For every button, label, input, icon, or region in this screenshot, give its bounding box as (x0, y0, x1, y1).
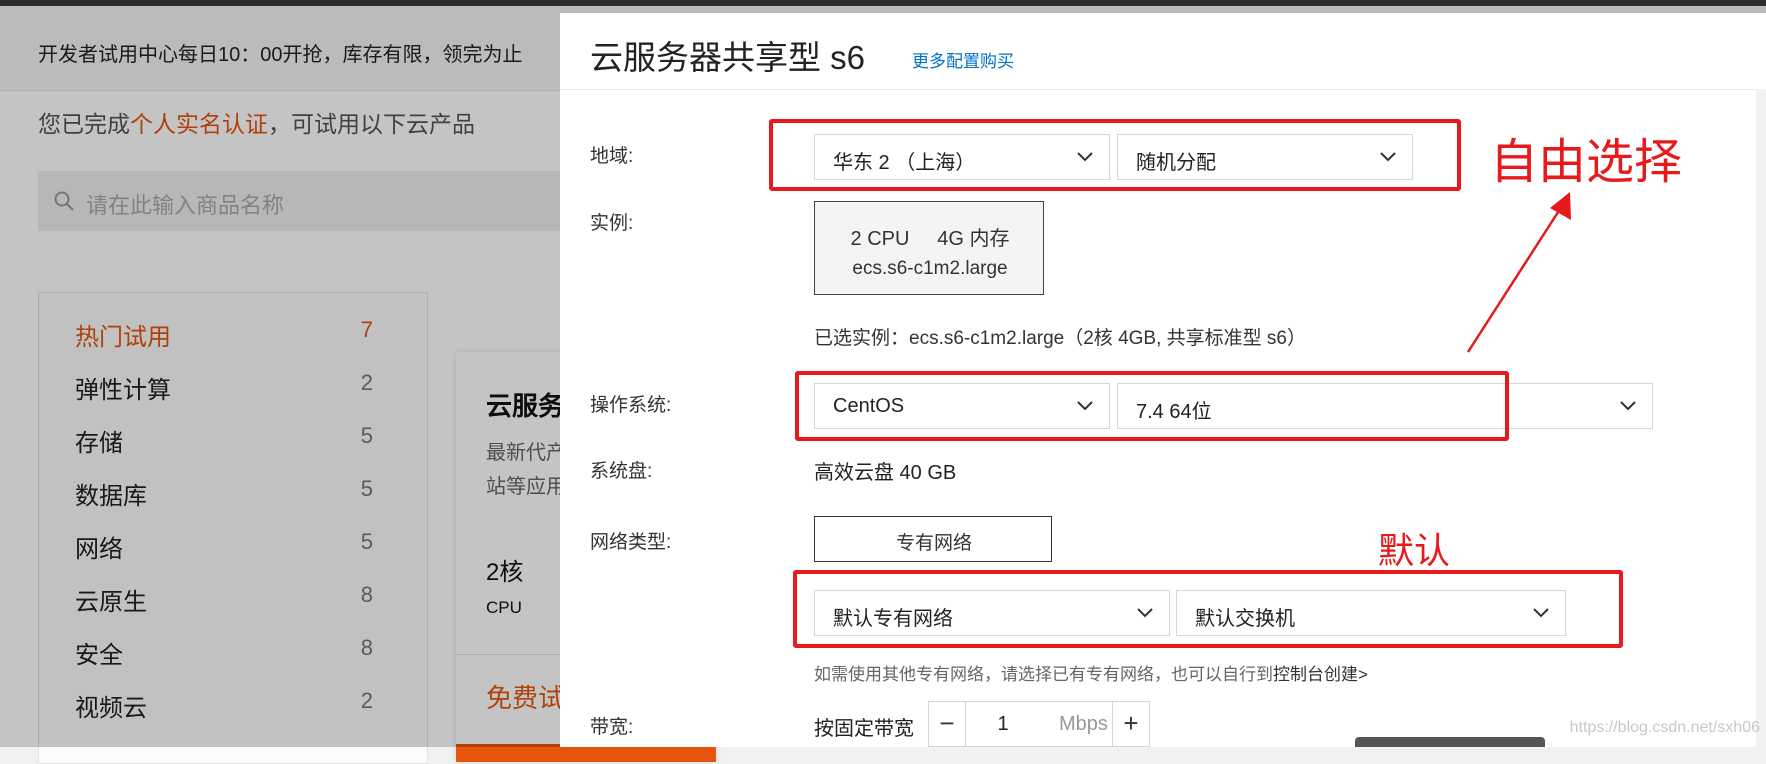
decrement-button[interactable]: − (929, 702, 966, 746)
disk-label: 系统盘: (590, 461, 653, 482)
selected-instance-text: 已选实例：ecs.s6-c1m2.large（2核 4GB, 共享标准型 s6） (814, 328, 1306, 349)
disk-value: 高效云盘 40 GB (814, 462, 957, 484)
bottom-panel-handle[interactable] (1355, 737, 1545, 747)
increment-button[interactable]: + (1112, 702, 1149, 746)
more-config-link[interactable]: 更多配置购买 (912, 47, 1014, 72)
vpc-network-button-label: 专有网络 (895, 533, 972, 554)
vpc-network-button[interactable]: 专有网络 (814, 516, 1052, 562)
bandwidth-label: 带宽: (590, 717, 634, 738)
network-type-label: 网络类型: (590, 532, 672, 553)
annotation-box-network (793, 570, 1623, 648)
instance-option[interactable]: 2 CPU 4G 内存 ecs.s6-c1m2.large (814, 201, 1044, 295)
instance-type-name: ecs.s6-c1m2.large (852, 258, 1008, 279)
drawer-title: 云服务器共享型 s6 (590, 39, 866, 76)
chevron-down-icon (1620, 401, 1636, 411)
instance-label: 实例: (590, 213, 634, 234)
network-hint: 如需使用其他专有网络，请选择已有专有网络，也可以自行到控制台创建> (814, 660, 1368, 685)
watermark: https://blog.csdn.net/sxh06 (1569, 719, 1760, 736)
annotation-box-os (795, 371, 1509, 441)
console-create-link[interactable]: 控制台创建> (1273, 665, 1368, 684)
bandwidth-value[interactable]: 1 (973, 713, 1033, 736)
bandwidth-unit: Mbps (1059, 713, 1108, 735)
annotation-default: 默认 (1378, 530, 1451, 571)
bandwidth-mode: 按固定带宽 (814, 718, 914, 740)
bandwidth-stepper[interactable]: − 1 Mbps + (928, 701, 1150, 747)
instance-spec: 2 CPU 4G 内存 (850, 228, 1010, 250)
os-label: 操作系统: (590, 395, 672, 416)
drawer-header: 云服务器共享型 s6 更多配置购买 (560, 13, 1766, 90)
annotation-arrow-icon (1466, 192, 1571, 353)
region-label: 地域: (590, 146, 634, 167)
scrollbar[interactable] (1756, 89, 1766, 747)
annotation-box-region (769, 119, 1461, 191)
network-hint-text: 如需使用其他专有网络，请选择已有专有网络，也可以自行到 (814, 665, 1273, 684)
annotation-free-choice: 自由选择 (1490, 136, 1683, 189)
